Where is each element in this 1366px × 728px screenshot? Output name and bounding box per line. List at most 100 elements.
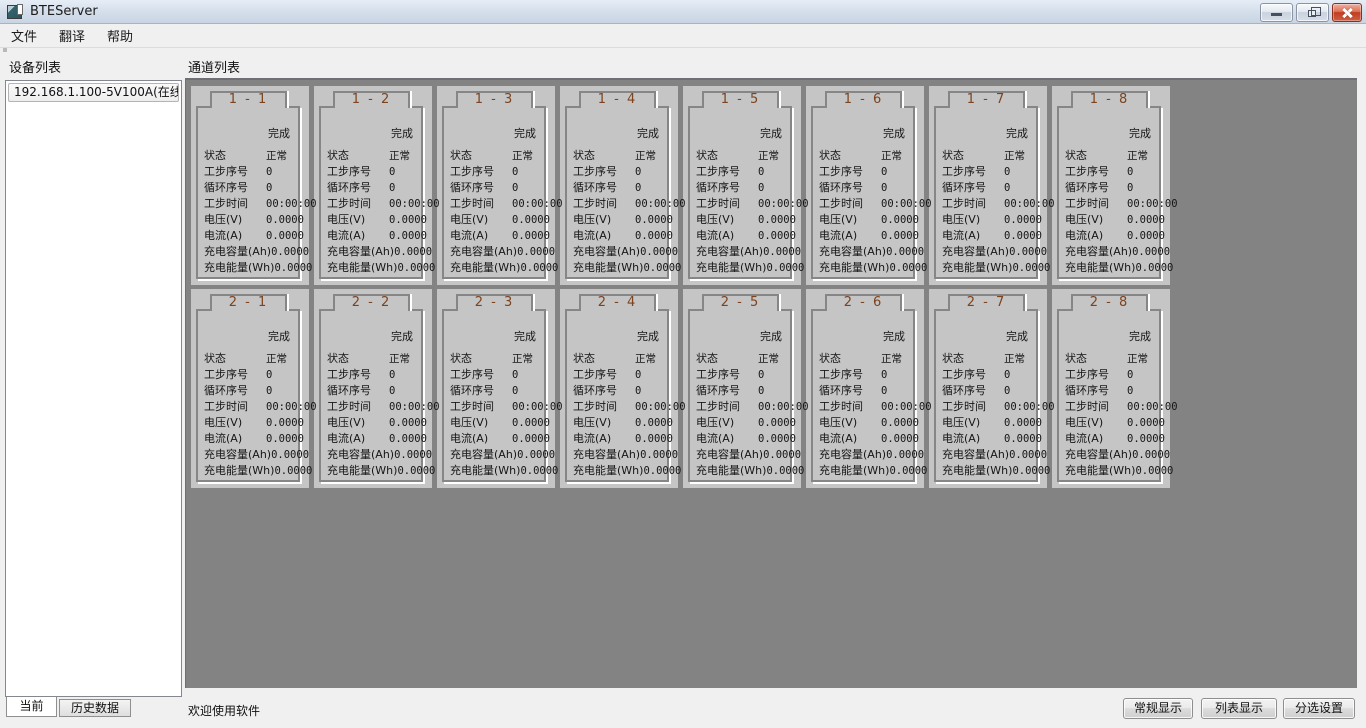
field-value: 0.0000 [389,433,427,445]
field-value: 正常 [266,353,287,365]
field-label: 充电容量(Ah) [327,447,394,463]
channel-card[interactable]: 2 - 3 完成 状态正常工步序号0循环序号0工步时间00:00:00电压(V)… [437,289,555,488]
field-value: 0 [758,385,764,397]
field-label: 电压(V) [942,212,1004,228]
field-label: 充电容量(Ah) [573,244,640,260]
minimize-icon [1271,13,1282,16]
field-value: 0 [266,369,272,381]
field-label: 工步序号 [327,367,389,383]
channel-field-row: 电压(V)0.0000 [204,415,302,431]
title-bar[interactable]: BTEServer [0,0,1366,24]
channel-field-row: 状态正常 [204,148,302,164]
field-value: 0 [758,166,764,178]
field-label: 充电容量(Ah) [450,244,517,260]
toolbar-grip [3,48,7,52]
channel-field-row: 工步时间00:00:00 [573,399,671,415]
channel-card[interactable]: 2 - 6 完成 状态正常工步序号0循环序号0工步时间00:00:00电压(V)… [806,289,924,488]
field-label: 工步时间 [942,399,1004,415]
menu-file[interactable]: 文件 [0,24,48,47]
field-value: 00:00:00 [389,401,440,413]
field-label: 工步时间 [819,196,881,212]
channel-card[interactable]: 2 - 7 完成 状态正常工步序号0循环序号0工步时间00:00:00电压(V)… [929,289,1047,488]
field-value: 0 [758,182,764,194]
field-value: 0 [1127,385,1133,397]
field-value: 00:00:00 [635,198,686,210]
channel-field-row: 充电容量(Ah)0.0000 [696,447,794,463]
channel-card[interactable]: 1 - 4 完成 状态正常工步序号0循环序号0工步时间00:00:00电压(V)… [560,86,678,285]
channel-card[interactable]: 1 - 5 完成 状态正常工步序号0循环序号0工步时间00:00:00电压(V)… [683,86,801,285]
channel-field-row: 电流(A)0.0000 [942,431,1040,447]
channel-state-banner: 完成 [327,329,425,345]
field-value: 0.0000 [758,433,796,445]
channel-fields: 完成 状态正常工步序号0循环序号0工步时间00:00:00电压(V)0.0000… [819,329,917,479]
channel-id: 1 - 6 [825,91,902,108]
field-label: 循环序号 [1065,383,1127,399]
channel-card[interactable]: 2 - 2 完成 状态正常工步序号0循环序号0工步时间00:00:00电压(V)… [314,289,432,488]
field-value: 0 [881,369,887,381]
close-button[interactable] [1332,3,1362,22]
field-value: 0.0000 [397,465,435,477]
field-value: 0.0000 [881,417,919,429]
restore-button[interactable] [1296,3,1329,22]
channel-field-row: 电流(A)0.0000 [819,228,917,244]
channel-card[interactable]: 2 - 4 完成 状态正常工步序号0循环序号0工步时间00:00:00电压(V)… [560,289,678,488]
channel-field-row: 状态正常 [450,351,548,367]
sort-settings-button[interactable]: 分选设置 [1283,698,1355,719]
field-label: 电压(V) [573,415,635,431]
field-value: 0.0000 [512,433,550,445]
channel-card[interactable]: 1 - 7 完成 状态正常工步序号0循环序号0工步时间00:00:00电压(V)… [929,86,1047,285]
channel-field-row: 工步序号0 [204,164,302,180]
field-value: 00:00:00 [1127,401,1178,413]
regular-display-button[interactable]: 常规显示 [1123,698,1193,719]
tab-history[interactable]: 历史数据 [59,699,131,717]
field-value: 0.0000 [643,465,681,477]
channel-field-row: 循环序号0 [696,383,794,399]
field-value: 0 [1004,182,1010,194]
channel-field-row: 电流(A)0.0000 [327,228,425,244]
menu-translate[interactable]: 翻译 [48,24,96,47]
channel-state-banner: 完成 [327,126,425,142]
channel-card[interactable]: 1 - 2 完成 状态正常工步序号0循环序号0工步时间00:00:00电压(V)… [314,86,432,285]
channel-card[interactable]: 2 - 8 完成 状态正常工步序号0循环序号0工步时间00:00:00电压(V)… [1052,289,1170,488]
field-value: 0 [389,166,395,178]
device-list[interactable]: 192.168.1.100-5V100A(在线) [5,80,182,697]
channel-field-row: 电流(A)0.0000 [204,228,302,244]
tab-current[interactable]: 当前 [6,697,57,717]
channel-card[interactable]: 1 - 6 完成 状态正常工步序号0循环序号0工步时间00:00:00电压(V)… [806,86,924,285]
window-title: BTEServer [30,4,98,19]
field-label: 电流(A) [942,228,1004,244]
field-value: 0.0000 [389,417,427,429]
channel-card[interactable]: 2 - 5 完成 状态正常工步序号0循环序号0工步时间00:00:00电压(V)… [683,289,801,488]
field-value: 0.0000 [517,246,555,258]
channel-field-row: 循环序号0 [942,383,1040,399]
channel-state-banner: 完成 [819,329,917,345]
field-value: 0.0000 [1004,230,1042,242]
list-display-button[interactable]: 列表显示 [1201,698,1277,719]
channel-field-row: 循环序号0 [819,383,917,399]
field-value: 0 [1127,166,1133,178]
field-value: 0 [881,385,887,397]
field-value: 0.0000 [881,230,919,242]
channel-field-row: 电流(A)0.0000 [1065,431,1163,447]
channel-card[interactable]: 1 - 8 完成 状态正常工步序号0循环序号0工步时间00:00:00电压(V)… [1052,86,1170,285]
channel-field-row: 充电容量(Ah)0.0000 [819,447,917,463]
channel-card[interactable]: 1 - 3 完成 状态正常工步序号0循环序号0工步时间00:00:00电压(V)… [437,86,555,285]
channel-field-row: 状态正常 [1065,148,1163,164]
field-value: 0.0000 [389,214,427,226]
channel-field-row: 工步时间00:00:00 [573,196,671,212]
field-label: 电流(A) [573,228,635,244]
channel-field-row: 状态正常 [450,148,548,164]
field-value: 0.0000 [266,417,304,429]
menu-help[interactable]: 帮助 [96,24,144,47]
channel-field-row: 状态正常 [942,351,1040,367]
field-label: 循环序号 [819,383,881,399]
field-label: 循环序号 [819,180,881,196]
minimize-button[interactable] [1260,3,1293,22]
channel-id: 2 - 5 [702,294,779,311]
channel-fields: 完成 状态正常工步序号0循环序号0工步时间00:00:00电压(V)0.0000… [327,329,425,479]
channel-field-row: 工步时间00:00:00 [204,196,302,212]
device-item-selected[interactable]: 192.168.1.100-5V100A(在线) [8,83,179,102]
channel-field-row: 充电能量(Wh)0.0000 [327,463,425,479]
channel-card[interactable]: 1 - 1 完成 状态正常工步序号0循环序号0工步时间00:00:00电压(V)… [191,86,309,285]
channel-card[interactable]: 2 - 1 完成 状态正常工步序号0循环序号0工步时间00:00:00电压(V)… [191,289,309,488]
